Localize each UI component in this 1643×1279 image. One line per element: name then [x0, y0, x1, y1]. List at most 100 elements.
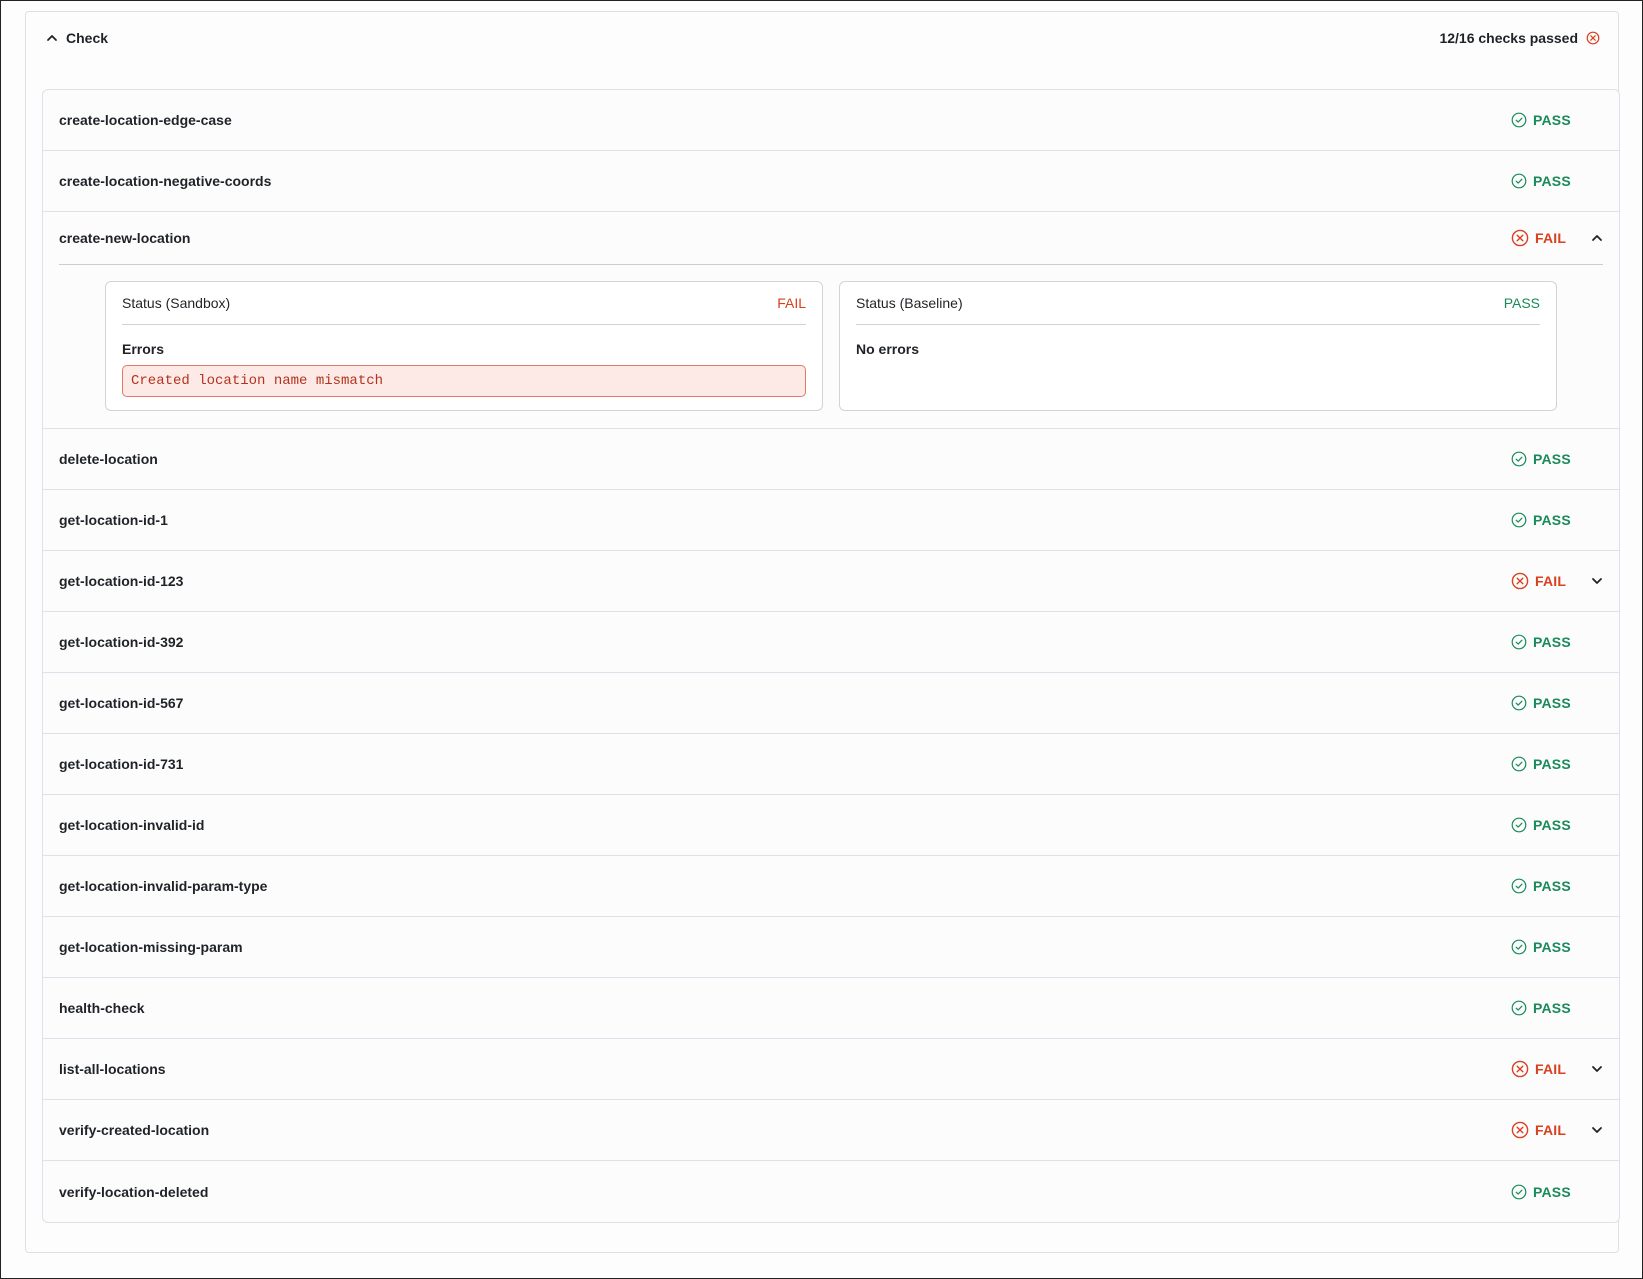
check-name: get-location-id-392 — [59, 634, 184, 650]
check-row[interactable]: create-new-location FAIL — [59, 212, 1603, 265]
chevron-down-icon[interactable] — [1591, 1124, 1603, 1136]
check-status: PASS — [1511, 939, 1603, 955]
status-label: PASS — [1533, 817, 1571, 833]
check-status: PASS — [1511, 756, 1603, 772]
summary-text: 12/16 checks passed — [1439, 30, 1578, 46]
check-status: PASS — [1511, 817, 1603, 833]
check-status: PASS — [1511, 451, 1603, 467]
check-name: get-location-id-567 — [59, 695, 184, 711]
status-label: FAIL — [1535, 1122, 1567, 1138]
fail-x-icon — [1511, 1060, 1529, 1078]
check-status: PASS — [1511, 173, 1603, 189]
check-status: PASS — [1511, 1000, 1603, 1016]
baseline-card: Status (Baseline) PASS No errors — [839, 281, 1557, 411]
error-message: Created location name mismatch — [122, 365, 806, 397]
status-label: PASS — [1533, 756, 1571, 772]
pass-check-icon — [1511, 878, 1527, 894]
check-row[interactable]: get-location-id-392 PASS — [43, 612, 1619, 673]
pass-check-icon — [1511, 451, 1527, 467]
sandbox-status: FAIL — [777, 295, 806, 311]
errors-heading: Errors — [122, 341, 165, 357]
sandbox-card-header: Status (Sandbox) FAIL — [122, 282, 806, 325]
check-row[interactable]: list-all-locations FAIL — [43, 1039, 1619, 1100]
check-status: FAIL — [1511, 229, 1603, 247]
fail-x-icon — [1511, 229, 1529, 247]
check-name: get-location-invalid-param-type — [59, 878, 268, 894]
check-name: create-location-edge-case — [59, 112, 232, 128]
check-name: verify-location-deleted — [59, 1183, 209, 1200]
status-label: PASS — [1533, 1000, 1571, 1016]
pass-check-icon — [1511, 939, 1527, 955]
check-row[interactable]: get-location-id-123 FAIL — [43, 551, 1619, 612]
check-row[interactable]: verify-created-location FAIL — [43, 1100, 1619, 1161]
check-status: PASS — [1511, 512, 1603, 528]
chevron-up-icon — [46, 32, 58, 44]
check-status: FAIL — [1511, 572, 1603, 590]
check-panel-header: Check 12/16 checks passed — [26, 12, 1618, 64]
summary: 12/16 checks passed — [1439, 30, 1600, 46]
status-label: PASS — [1533, 634, 1571, 650]
check-row[interactable]: health-check PASS — [43, 978, 1619, 1039]
check-status: PASS — [1511, 112, 1603, 128]
status-label: PASS — [1533, 112, 1571, 128]
check-panel: Check 12/16 checks passed create-locatio… — [25, 11, 1620, 1253]
check-status: FAIL — [1511, 1121, 1603, 1139]
pass-check-icon — [1511, 1184, 1527, 1200]
check-name: get-location-id-1 — [59, 512, 168, 528]
check-name: health-check — [59, 1000, 145, 1016]
status-label: PASS — [1533, 695, 1571, 711]
check-name: create-location-negative-coords — [59, 173, 272, 189]
pass-check-icon — [1511, 512, 1527, 528]
check-name: get-location-id-123 — [59, 573, 184, 589]
check-details: Status (Sandbox) FAIL Errors Created locati… — [43, 265, 1619, 428]
check-row[interactable]: create-location-negative-coords PASS — [43, 151, 1619, 212]
check-name: get-location-missing-param — [59, 939, 243, 955]
panel-title: Check — [66, 30, 109, 46]
collapse-toggle[interactable]: Check — [46, 30, 108, 46]
baseline-status: PASS — [1503, 295, 1540, 311]
pass-check-icon — [1511, 695, 1527, 711]
chevron-up-icon[interactable] — [1591, 232, 1603, 244]
pass-check-icon — [1511, 173, 1527, 189]
chevron-down-icon[interactable] — [1591, 1063, 1603, 1075]
check-name: verify-created-location — [59, 1122, 210, 1138]
pass-check-icon — [1511, 756, 1527, 772]
check-name: create-new-location — [59, 230, 191, 246]
chevron-down-icon[interactable] — [1591, 575, 1603, 587]
fail-x-icon — [1511, 1121, 1529, 1139]
check-list: create-location-edge-case PASS create-lo… — [42, 89, 1620, 1223]
check-row[interactable]: get-location-missing-param PASS — [43, 917, 1619, 978]
check-status: PASS — [1511, 695, 1603, 711]
summary-fail-icon — [1586, 31, 1600, 45]
pass-check-icon — [1511, 112, 1527, 128]
check-row[interactable]: get-location-invalid-id PASS — [43, 795, 1619, 856]
expanded-check: create-new-location FAIL Status (Sandbox… — [43, 212, 1619, 429]
status-label: PASS — [1533, 451, 1571, 467]
baseline-card-header: Status (Baseline) PASS — [856, 282, 1540, 325]
status-label: PASS — [1533, 512, 1571, 528]
check-name: list-all-locations — [59, 1061, 166, 1077]
check-row[interactable]: get-location-id-731 PASS — [43, 734, 1619, 795]
check-status: PASS — [1511, 878, 1603, 894]
check-name: get-location-invalid-id — [59, 817, 205, 833]
check-name: get-location-id-731 — [59, 756, 184, 772]
status-label: FAIL — [1535, 1061, 1567, 1077]
check-row[interactable]: get-location-id-1 PASS — [43, 490, 1619, 551]
check-row[interactable]: create-location-edge-case PASS — [43, 90, 1619, 151]
baseline-label: Status (Baseline) — [856, 295, 963, 311]
status-label: PASS — [1533, 939, 1571, 955]
check-status: PASS — [1511, 634, 1603, 650]
check-row[interactable]: verify-location-deleted PASS — [43, 1161, 1619, 1222]
sandbox-label: Status (Sandbox) — [122, 295, 231, 311]
check-status: FAIL — [1511, 1060, 1603, 1078]
check-name: delete-location — [59, 451, 158, 467]
check-row[interactable]: get-location-invalid-param-type PASS — [43, 856, 1619, 917]
status-label: PASS — [1533, 878, 1571, 894]
fail-x-icon — [1511, 572, 1529, 590]
check-row[interactable]: get-location-id-567 PASS — [43, 673, 1619, 734]
status-label: PASS — [1533, 1183, 1571, 1200]
pass-check-icon — [1511, 1000, 1527, 1016]
sandbox-card: Status (Sandbox) FAIL Errors Created locati… — [105, 281, 823, 411]
check-status: PASS — [1511, 1184, 1603, 1200]
check-row[interactable]: delete-location PASS — [43, 429, 1619, 490]
